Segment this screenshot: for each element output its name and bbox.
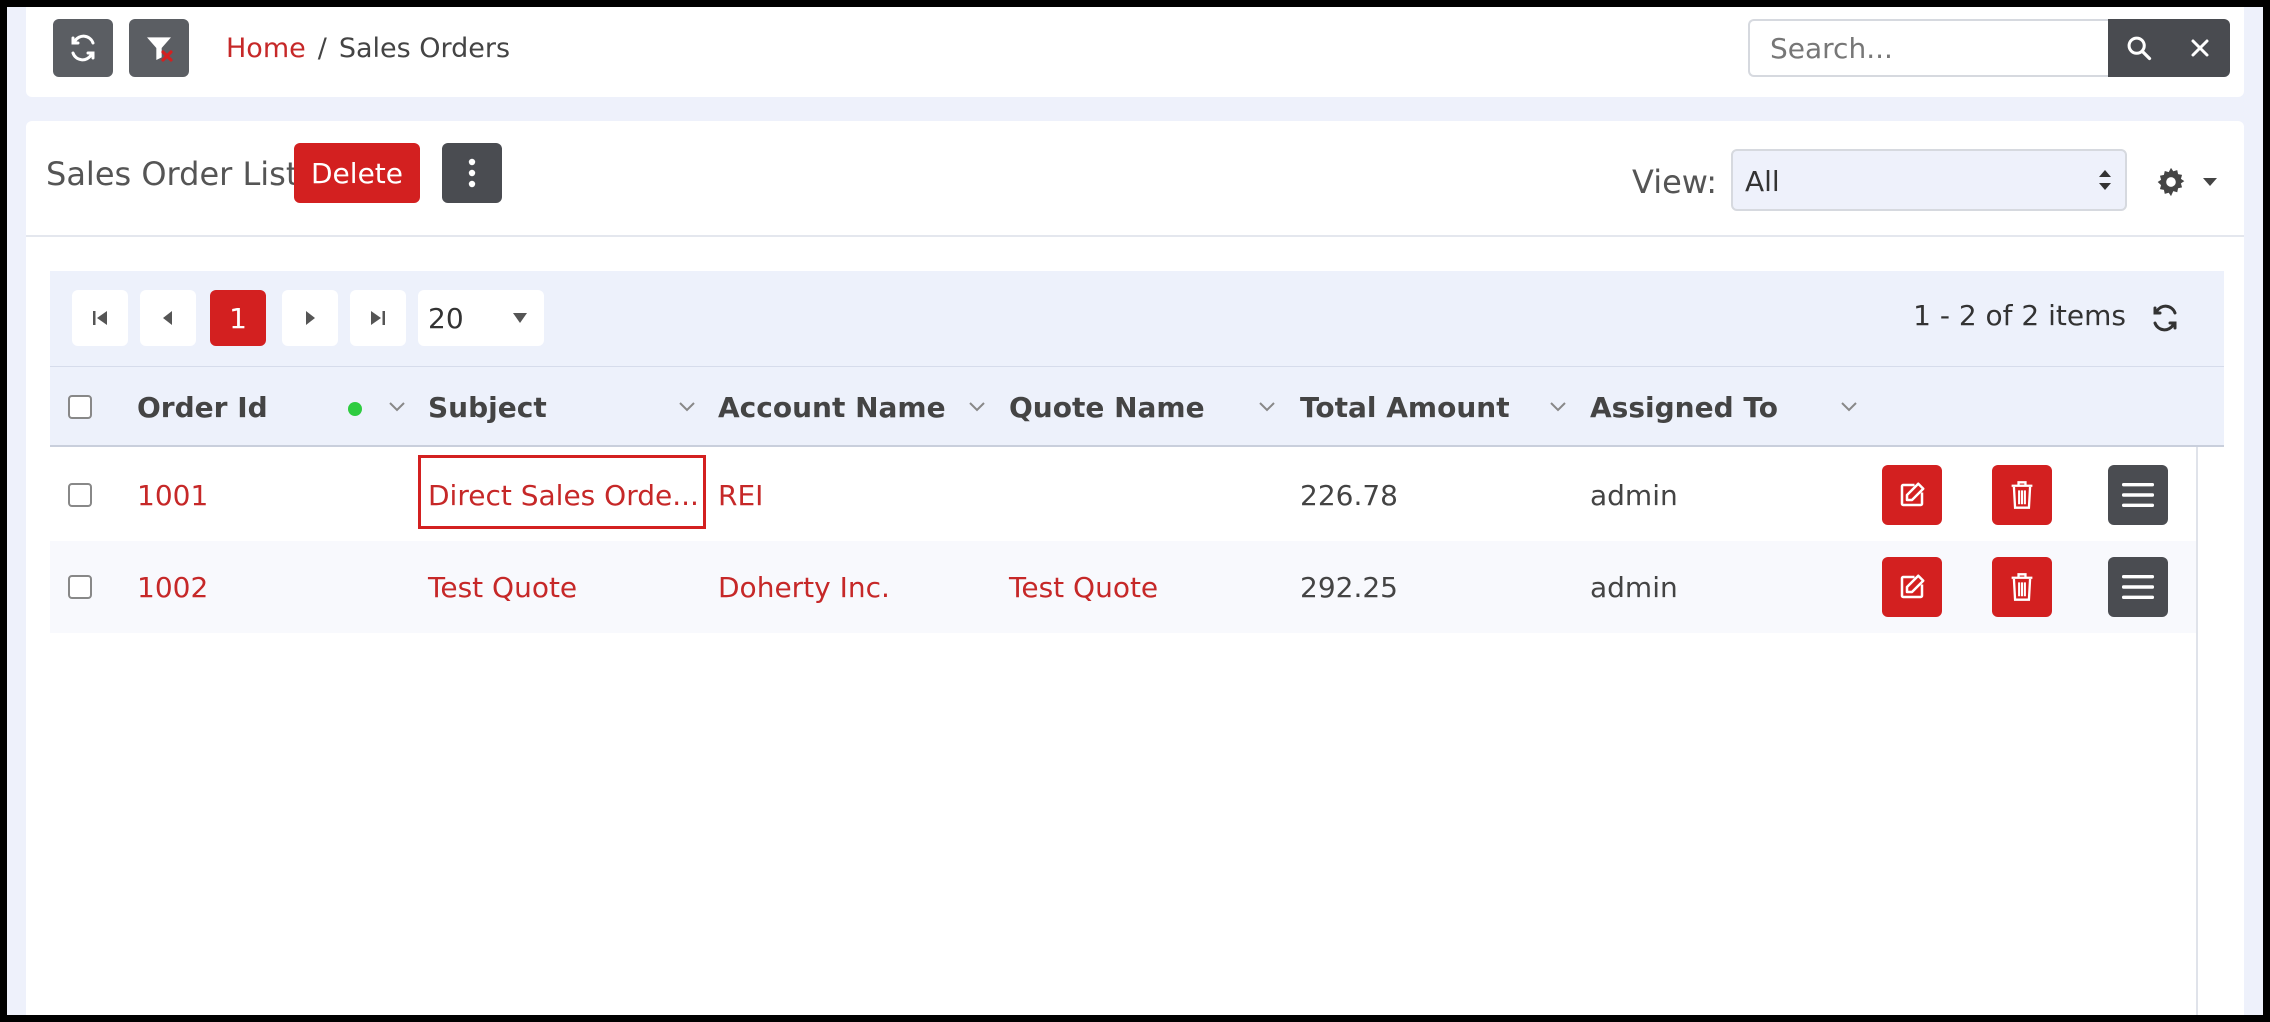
delete-row-button[interactable] [1992, 557, 2052, 617]
view-label: View: [1632, 163, 1717, 201]
subject-link[interactable]: Direct Sales Orde... [428, 479, 699, 512]
column-header-quote-name[interactable]: Quote Name [1009, 391, 1205, 424]
chevron-down-icon[interactable] [968, 401, 986, 413]
order-id-link[interactable]: 1001 [137, 479, 208, 512]
view-select[interactable]: All [1731, 149, 2127, 211]
search-button-group [2108, 19, 2230, 77]
last-page-button[interactable] [350, 290, 406, 346]
triangle-down-icon [513, 313, 527, 323]
first-page-button[interactable] [72, 290, 128, 346]
subject-link[interactable]: Test Quote [428, 571, 577, 604]
pager-info: 1 - 2 of 2 items [1913, 299, 2126, 332]
chevron-down-icon[interactable] [678, 401, 696, 413]
edit-icon [1900, 574, 1925, 599]
next-page-icon [306, 311, 315, 325]
breadcrumb-home-link[interactable]: Home [226, 33, 306, 64]
app-frame: Home / Sales Orders Sales Order List Del… [7, 7, 2263, 1015]
chevron-down-icon[interactable] [1258, 401, 1276, 413]
row-checkbox[interactable] [68, 575, 92, 599]
assigned-to: admin [1590, 571, 1678, 604]
last-page-icon [371, 311, 385, 325]
delete-row-button[interactable] [1992, 465, 2052, 525]
status-dot [348, 402, 362, 416]
breadcrumb-current: Sales Orders [338, 33, 511, 64]
edit-icon [1900, 482, 1925, 507]
page-size-value: 20 [428, 302, 464, 335]
clear-search-button[interactable] [2169, 19, 2230, 77]
column-header-order-id[interactable]: Order Id [137, 391, 268, 424]
delete-button[interactable]: Delete [294, 143, 420, 203]
table-row: 1001 Direct Sales Orde... REI 226.78 adm… [50, 449, 2198, 541]
account-name-link[interactable]: Doherty Inc. [718, 571, 890, 604]
page-1-button[interactable]: 1 [210, 290, 266, 346]
search-icon [2127, 36, 2151, 61]
sales-order-grid: 1 20 1 - 2 of 2 items Order Id Subject A… [50, 271, 2224, 1015]
search-input[interactable] [1748, 19, 2108, 77]
table-row: 1002 Test Quote Doherty Inc. Test Quote … [50, 541, 2198, 633]
more-actions-button[interactable] [442, 143, 502, 203]
panel-header: Sales Order List Delete View: All [26, 121, 2244, 237]
refresh-icon [71, 34, 95, 62]
vertical-dots-icon [468, 158, 476, 188]
view-select-value: All [1745, 165, 1780, 198]
table-header: Order Id Subject Account Name Quote Name… [50, 367, 2224, 447]
first-page-icon [93, 311, 107, 325]
row-menu-button[interactable] [2108, 465, 2168, 525]
main-panel: Sales Order List Delete View: All 1 20 1… [26, 121, 2244, 1015]
trash-icon [2011, 573, 2033, 601]
column-header-assigned-to[interactable]: Assigned To [1590, 391, 1778, 424]
breadcrumb-separator: / [317, 33, 327, 64]
total-amount: 292.25 [1300, 571, 1398, 604]
select-arrows-icon [2099, 170, 2111, 190]
previous-page-icon [163, 311, 172, 325]
settings-dropdown[interactable] [2154, 165, 2218, 199]
breadcrumb: Home / Sales Orders [226, 33, 510, 64]
refresh-button[interactable] [53, 19, 113, 77]
refresh-icon[interactable] [2150, 303, 2180, 333]
page-size-select[interactable]: 20 [418, 290, 544, 346]
hamburger-menu-icon [2122, 575, 2154, 599]
hamburger-menu-icon [2122, 483, 2154, 507]
total-amount: 226.78 [1300, 479, 1398, 512]
select-all-checkbox[interactable] [68, 395, 92, 419]
next-page-button[interactable] [282, 290, 338, 346]
edit-button[interactable] [1882, 465, 1942, 525]
vertical-scrollbar[interactable] [2196, 447, 2224, 1015]
column-header-account-name[interactable]: Account Name [718, 391, 946, 424]
chevron-down-icon[interactable] [1549, 401, 1567, 413]
order-id-link[interactable]: 1002 [137, 571, 208, 604]
filter-clear-icon [147, 37, 173, 62]
column-header-total-amount[interactable]: Total Amount [1300, 391, 1510, 424]
top-bar: Home / Sales Orders [26, 7, 2244, 97]
assigned-to: admin [1590, 479, 1678, 512]
page-title: Sales Order List [46, 155, 299, 193]
quote-name-link[interactable]: Test Quote [1009, 571, 1158, 604]
edit-button[interactable] [1882, 557, 1942, 617]
account-name-link[interactable]: REI [718, 479, 763, 512]
row-checkbox[interactable] [68, 483, 92, 507]
pager: 1 20 1 - 2 of 2 items [50, 271, 2224, 367]
close-icon [2191, 39, 2208, 57]
gear-icon [2157, 167, 2185, 197]
search-button[interactable] [2108, 19, 2169, 77]
chevron-down-icon[interactable] [388, 401, 406, 413]
chevron-down-icon[interactable] [1840, 401, 1858, 413]
previous-page-button[interactable] [140, 290, 196, 346]
row-menu-button[interactable] [2108, 557, 2168, 617]
caret-down-icon [2203, 178, 2217, 186]
clear-filter-button[interactable] [129, 19, 189, 77]
column-header-subject[interactable]: Subject [428, 391, 547, 424]
trash-icon [2011, 481, 2033, 509]
